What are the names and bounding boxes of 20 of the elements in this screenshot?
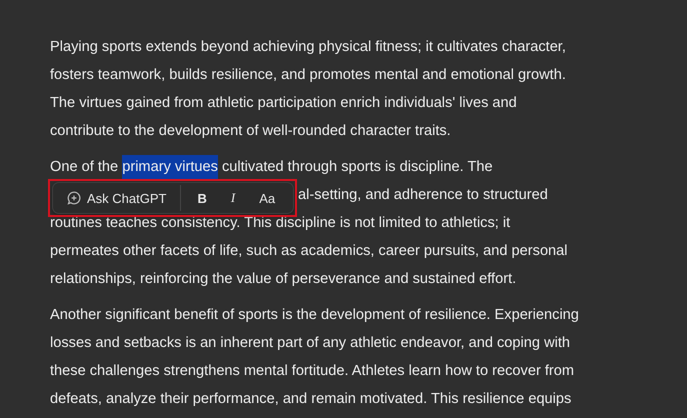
- text-line: these challenges strengthens mental fortitude. Athletes learn how to recover from: [50, 363, 574, 379]
- text-line: defeats, analyze their performance, and remain motivated. This resilience equips: [50, 391, 572, 407]
- italic-button[interactable]: I: [222, 185, 244, 211]
- ask-chatgpt-button[interactable]: Ask ChatGPT: [59, 185, 174, 211]
- chat-plus-icon: [67, 191, 81, 205]
- text-line: The virtues gained from athletic participation enrich individuals' lives and: [50, 95, 517, 111]
- text-line: permeates other facets of life, such as academics, career pursuits, and personal: [50, 243, 568, 259]
- text-line: contribute to the development of well-rounded character traits.: [50, 123, 451, 139]
- text-line: Playing sports extends beyond achieving physical fitness; it cultivates character,: [50, 39, 566, 55]
- text-line: routines teaches consistency. This discipline is not limited to athletics; it: [50, 215, 510, 231]
- text-line: Another significant benefit of sports is the development of resilience. Experiencing: [50, 307, 579, 323]
- text-line: relationships, reinforcing the value of perseverance and sustained effort.: [50, 271, 516, 287]
- text-case-button[interactable]: Aa: [251, 185, 284, 211]
- text-line: al-setting, and adherence to structured: [298, 186, 548, 205]
- selected-text: primary virtues: [122, 155, 218, 180]
- text-line: One of the: [50, 159, 120, 175]
- text-line: cultivated through sports is discipline. The: [220, 159, 493, 175]
- bold-button[interactable]: B: [189, 185, 215, 211]
- text-line: losses and setbacks is an inherent part of any athletic endeavor, and coping with: [50, 335, 570, 351]
- text-line: fosters teamwork, builds resilience, and promotes mental and emotional growth.: [50, 67, 566, 83]
